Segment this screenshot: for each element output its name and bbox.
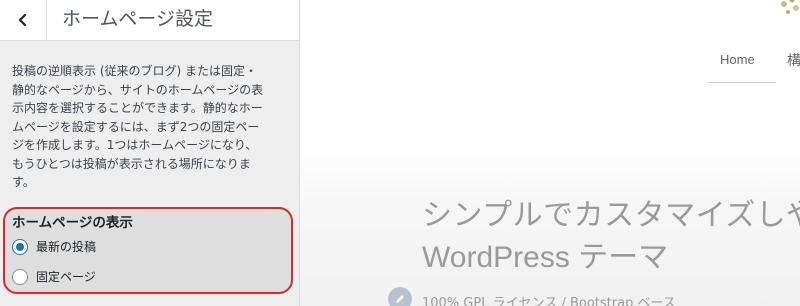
homepage-display-title: ホームページの表示 bbox=[12, 215, 133, 231]
option-static-page[interactable]: 固定ページ bbox=[12, 268, 96, 285]
panel-title: ホームページ設定 bbox=[62, 8, 214, 30]
description-line: 投稿の逆順表示 (従来のブログ) または固定・ bbox=[12, 64, 257, 78]
description-line: 静的なページから、サイトのホームページの表 bbox=[12, 82, 264, 97]
hero-heading-line2: WordPress テーマ bbox=[422, 241, 669, 274]
description-line: 示内容を選択することができます。静的なホー bbox=[12, 101, 263, 115]
panel-header: ホームページ設定 bbox=[0, 0, 299, 41]
nav-next-link[interactable]: 構 bbox=[787, 50, 800, 70]
option-label: 固定ページ bbox=[36, 270, 96, 284]
back-button[interactable] bbox=[0, 0, 47, 40]
pencil-icon bbox=[388, 287, 412, 306]
section-description: 投稿の逆順表示 (従来のブログ) または固定・ 静的なページから、サイトのホーム… bbox=[12, 62, 294, 192]
chevron-left-icon bbox=[18, 13, 27, 27]
hero-meta-text: 100% GPL ライセンス / Bootstrap ベース bbox=[422, 296, 676, 306]
customizer-panel: ホームページ設定 投稿の逆順表示 (従来のブログ) または固定・ 静的なページか… bbox=[0, 0, 300, 306]
description-line: す。 bbox=[12, 175, 35, 189]
radio-static-page[interactable] bbox=[12, 268, 28, 285]
nav-home-link[interactable]: Home bbox=[720, 52, 755, 67]
radio-latest-posts[interactable] bbox=[12, 238, 28, 255]
hero-heading-line1: シンプルでカスタマイズしや bbox=[422, 198, 800, 233]
site-preview: Home 構 シンプルでカスタマイズしや WordPress テーマ 100% … bbox=[300, 0, 800, 306]
description-line: ジを作成します。1つはホームページになり、 bbox=[12, 138, 258, 152]
nav-divider bbox=[708, 82, 776, 83]
logo-decoration-icon bbox=[781, 0, 799, 14]
option-latest-posts[interactable]: 最新の投稿 bbox=[12, 238, 96, 255]
description-line: ムページを設定するには、まず2つの固定ペー bbox=[12, 119, 260, 134]
description-line: もうひとつは投稿が表示される場所になりま bbox=[12, 156, 251, 171]
option-label: 最新の投稿 bbox=[36, 240, 97, 254]
